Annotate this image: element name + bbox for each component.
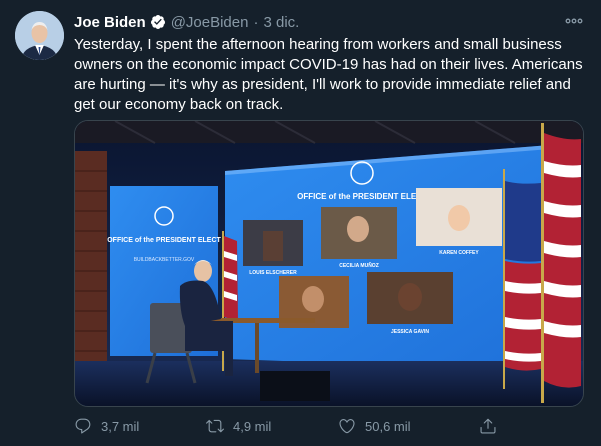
avatar[interactable]	[15, 11, 64, 60]
author-handle[interactable]: @JoeBiden	[171, 14, 249, 31]
share-button[interactable]	[479, 414, 506, 438]
separator-dot: ·	[253, 13, 259, 31]
left-screen-title: OFFICE of the PRESIDENT ELECT	[107, 237, 221, 244]
reply-button[interactable]: 3,7 mil	[74, 414, 139, 438]
tweet: Joe Biden @JoeBiden · 3 dic. Yesterday, …	[0, 0, 601, 446]
tweet-header: Joe Biden @JoeBiden · 3 dic.	[74, 12, 299, 32]
like-count: 50,6 mil	[365, 418, 411, 434]
tweet-photo[interactable]: OFFICE of the PRESIDENT ELECT BUILDBACKB…	[74, 120, 584, 407]
more-options-icon[interactable]	[565, 14, 583, 28]
heart-icon	[339, 419, 355, 434]
tweet-text: Yesterday, I spent the afternoon hearing…	[74, 36, 583, 113]
reply-icon	[75, 418, 91, 434]
share-icon	[480, 418, 496, 434]
author-name[interactable]: Joe Biden	[74, 14, 146, 31]
retweet-button[interactable]: 4,9 mil	[206, 414, 271, 438]
main-screen-title: OFFICE of the PRESIDENT ELECT	[297, 192, 427, 201]
tweet-actions: 3,7 mil 4,9 mil 50,6 mil	[74, 414, 582, 438]
left-screen-url: BUILDBACKBETTER.GOV	[134, 257, 195, 263]
reply-count: 3,7 mil	[101, 418, 140, 434]
participant-name-4: JESSICA GAVIN	[391, 329, 429, 335]
participant-name-3: KAREN COFFEY	[439, 250, 479, 256]
participant-name-2: CECILIA MUÑOZ	[339, 262, 379, 269]
tweet-date[interactable]: 3 dic.	[263, 14, 299, 31]
retweet-count: 4,9 mil	[233, 418, 272, 434]
like-button[interactable]: 50,6 mil	[338, 414, 411, 438]
participant-name-1: LOUIS ELSCHERER	[249, 270, 297, 276]
retweet-icon	[206, 419, 224, 433]
verified-badge-icon	[150, 14, 166, 30]
